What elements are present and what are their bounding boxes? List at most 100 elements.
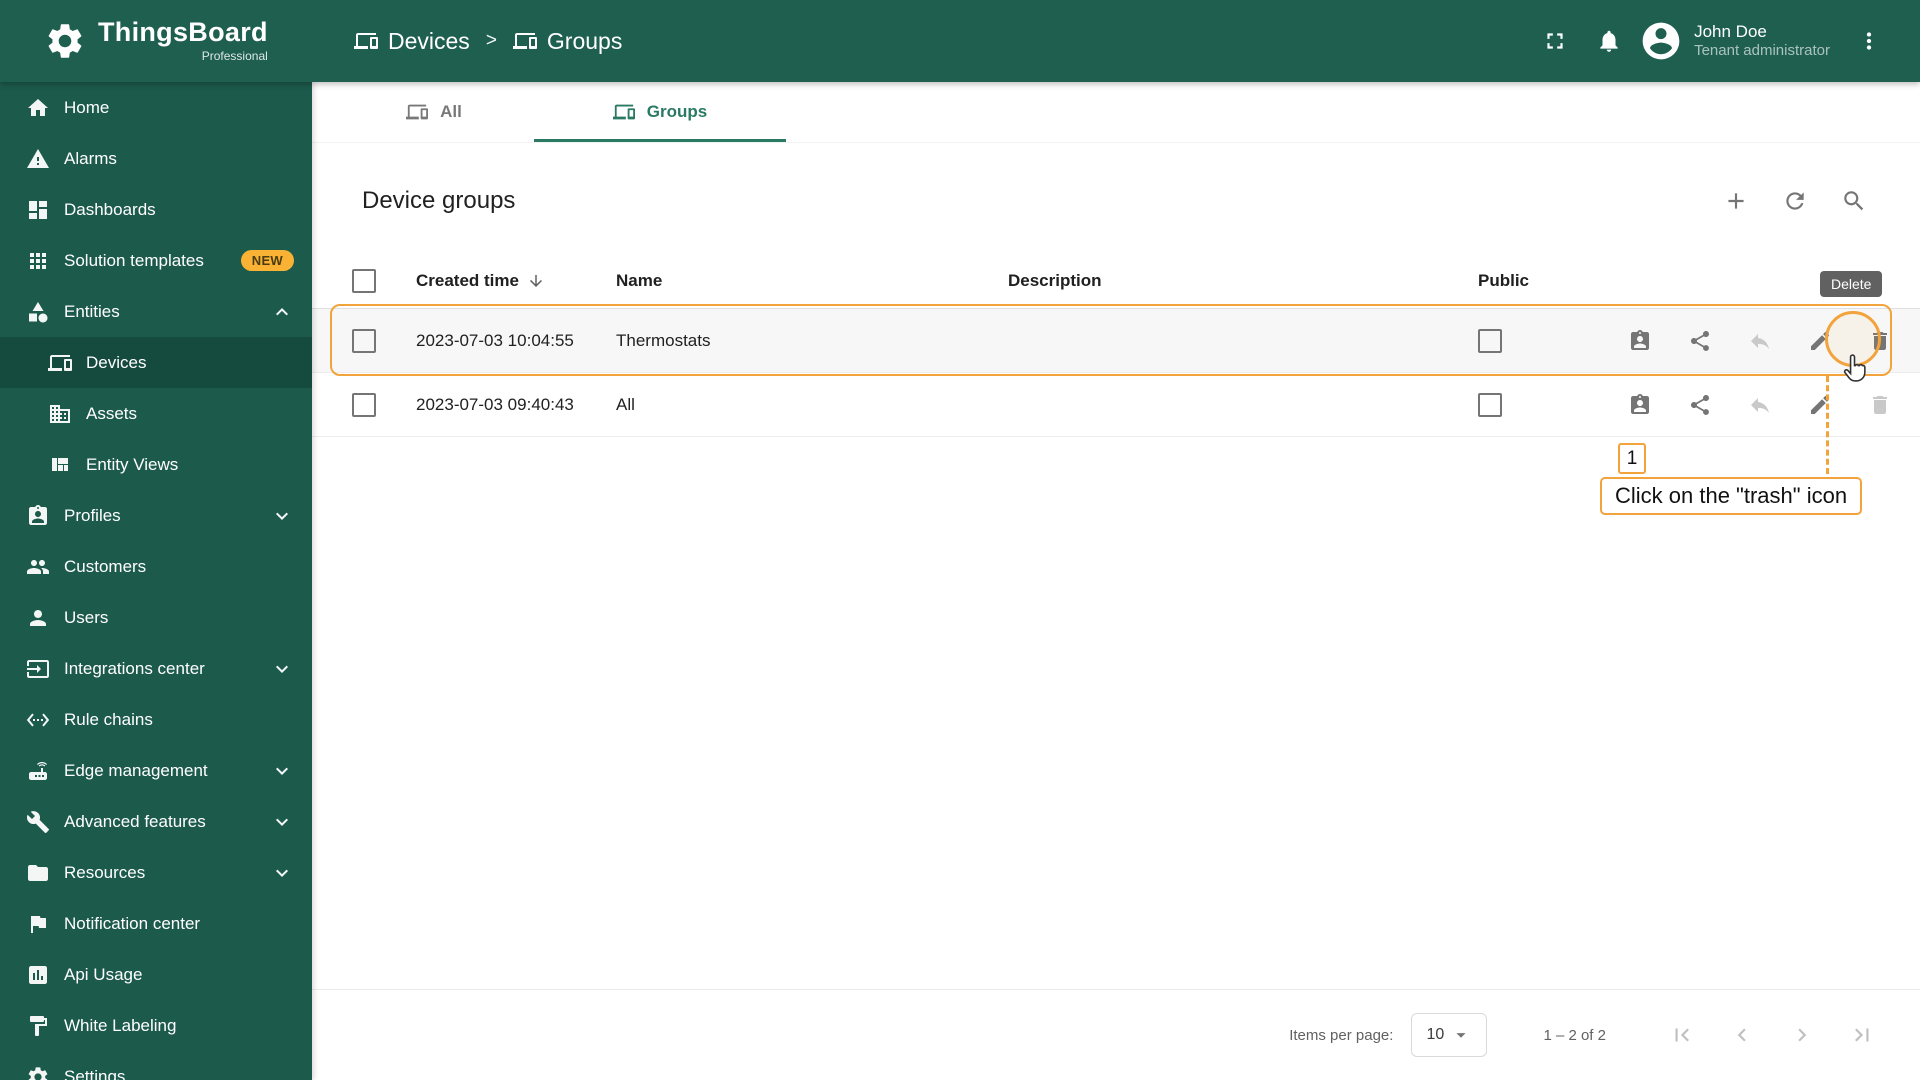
- sidebar-item-label: Dashboards: [64, 199, 156, 219]
- person-icon: [26, 606, 50, 630]
- sidebar-item-white-labeling[interactable]: White Labeling: [0, 1000, 312, 1051]
- sidebar-item-edge-management[interactable]: Edge management: [0, 745, 312, 796]
- ethernet-code-icon: [26, 708, 50, 732]
- row-checkbox[interactable]: [352, 328, 376, 353]
- sidebar-item-label: Devices: [86, 352, 147, 372]
- sidebar-item-customers[interactable]: Customers: [0, 541, 312, 592]
- search-icon: [1841, 188, 1867, 214]
- tab-all[interactable]: All: [334, 82, 534, 142]
- sidebar-item-settings[interactable]: Settings: [0, 1051, 312, 1080]
- delete-button: [1858, 383, 1902, 427]
- delete-button[interactable]: [1858, 319, 1902, 363]
- input-icon: [26, 657, 50, 681]
- column-name[interactable]: Name: [616, 271, 1008, 291]
- breadcrumb-groups[interactable]: Groups: [512, 28, 622, 55]
- sidebar-item-label: Alarms: [64, 148, 117, 168]
- chevron-up-icon: [270, 300, 294, 324]
- public-checkbox[interactable]: [1478, 392, 1502, 417]
- sidebar-item-api-usage[interactable]: Api Usage: [0, 949, 312, 1000]
- home-icon: [26, 96, 50, 120]
- share-icon: [1688, 329, 1712, 353]
- sidebar-item-home[interactable]: Home: [0, 82, 312, 133]
- public-checkbox[interactable]: [1478, 328, 1502, 353]
- sidebar-item-alarms[interactable]: Alarms: [0, 133, 312, 184]
- manage-users-button[interactable]: [1618, 383, 1662, 427]
- sidebar-item-entities[interactable]: Entities: [0, 286, 312, 337]
- notifications-button[interactable]: [1584, 16, 1634, 66]
- main-content: All Groups Device groups Created time Na…: [312, 82, 1920, 1080]
- sidebar-item-label: Resources: [64, 862, 146, 882]
- column-description[interactable]: Description: [1008, 271, 1478, 291]
- building-icon: [48, 402, 72, 426]
- manage-users-button[interactable]: [1618, 319, 1662, 363]
- sidebar-item-devices[interactable]: Devices: [0, 337, 312, 388]
- table-header-row: Created time Name Description Public: [312, 253, 1920, 309]
- sidebar-item-profiles[interactable]: Profiles: [0, 490, 312, 541]
- sidebar-item-dashboards[interactable]: Dashboards: [0, 184, 312, 235]
- router-icon: [26, 759, 50, 783]
- items-per-page-select[interactable]: 10: [1411, 1013, 1488, 1057]
- sidebar-item-entity-views[interactable]: Entity Views: [0, 439, 312, 490]
- dropdown-caret-icon: [1450, 1024, 1472, 1046]
- share-button[interactable]: [1678, 319, 1722, 363]
- refresh-button[interactable]: [1773, 179, 1817, 223]
- share-icon: [1688, 393, 1712, 417]
- chevron-down-icon: [270, 861, 294, 885]
- devices-icon: [406, 101, 429, 123]
- share-button[interactable]: [1678, 383, 1722, 427]
- logo-text: ThingsBoard Professional: [98, 17, 268, 64]
- column-public[interactable]: Public: [1478, 271, 1618, 291]
- sidebar-item-resources[interactable]: Resources: [0, 847, 312, 898]
- tab-bar: All Groups: [312, 82, 1920, 143]
- reply-arrow-icon: [1748, 329, 1772, 353]
- sidebar-item-notification-center[interactable]: Notification center: [0, 898, 312, 949]
- sidebar-item-solution-templates[interactable]: Solution templates NEW: [0, 235, 312, 286]
- table-row-thermostats[interactable]: 2023-07-03 10:04:55 Thermostats: [312, 309, 1920, 373]
- last-page-button[interactable]: [1840, 1013, 1884, 1057]
- search-button[interactable]: [1832, 179, 1876, 223]
- thingsboard-logo[interactable]: ThingsBoard Professional: [0, 19, 312, 63]
- row-checkbox[interactable]: [352, 392, 376, 417]
- edit-button[interactable]: [1798, 383, 1842, 427]
- page-title: Device groups: [362, 187, 516, 214]
- items-per-page-value: 10: [1426, 1026, 1445, 1043]
- cell-created-time: 2023-07-03 09:40:43: [416, 394, 574, 414]
- column-created-time[interactable]: Created time: [416, 271, 616, 291]
- breadcrumb-devices-label: Devices: [388, 27, 470, 54]
- chevron-down-icon: [270, 759, 294, 783]
- make-private-button: [1738, 319, 1782, 363]
- previous-page-button[interactable]: [1720, 1013, 1764, 1057]
- first-page-button[interactable]: [1660, 1013, 1704, 1057]
- select-all-checkbox[interactable]: [352, 268, 376, 293]
- sidebar-item-assets[interactable]: Assets: [0, 388, 312, 439]
- plus-icon: [1723, 188, 1749, 214]
- table-row-all[interactable]: 2023-07-03 09:40:43 All: [312, 373, 1920, 437]
- logo-subtitle: Professional: [201, 49, 268, 63]
- next-page-button[interactable]: [1780, 1013, 1824, 1057]
- account-circle-icon: [1639, 19, 1683, 63]
- more-menu-button[interactable]: [1844, 16, 1894, 66]
- pencil-icon: [1808, 393, 1832, 417]
- fullscreen-button[interactable]: [1530, 16, 1580, 66]
- sidebar-item-integrations-center[interactable]: Integrations center: [0, 643, 312, 694]
- chevron-left-icon: [1729, 1022, 1755, 1048]
- assignment-badge-icon: [1628, 393, 1652, 417]
- sidebar-item-users[interactable]: Users: [0, 592, 312, 643]
- add-group-button[interactable]: [1714, 179, 1758, 223]
- badge-icon: [26, 504, 50, 528]
- sidebar-item-label: Users: [64, 607, 109, 627]
- edit-button[interactable]: [1798, 319, 1842, 363]
- kebab-menu-icon: [1856, 28, 1882, 54]
- breadcrumb-devices[interactable]: Devices: [354, 28, 470, 55]
- category-icon: [26, 300, 50, 324]
- chevron-right-icon: [1789, 1022, 1815, 1048]
- cell-created-time: 2023-07-03 10:04:55: [416, 330, 574, 350]
- sidebar-item-rule-chains[interactable]: Rule chains: [0, 694, 312, 745]
- user-name: John Doe: [1694, 22, 1767, 41]
- logo-title: ThingsBoard: [98, 17, 268, 47]
- tab-groups[interactable]: Groups: [534, 82, 786, 142]
- table-header-bar: Device groups: [312, 169, 1920, 233]
- sidebar-item-advanced-features[interactable]: Advanced features: [0, 796, 312, 847]
- sidebar-item-label: Solution templates: [64, 250, 204, 270]
- user-avatar[interactable]: [1638, 18, 1684, 64]
